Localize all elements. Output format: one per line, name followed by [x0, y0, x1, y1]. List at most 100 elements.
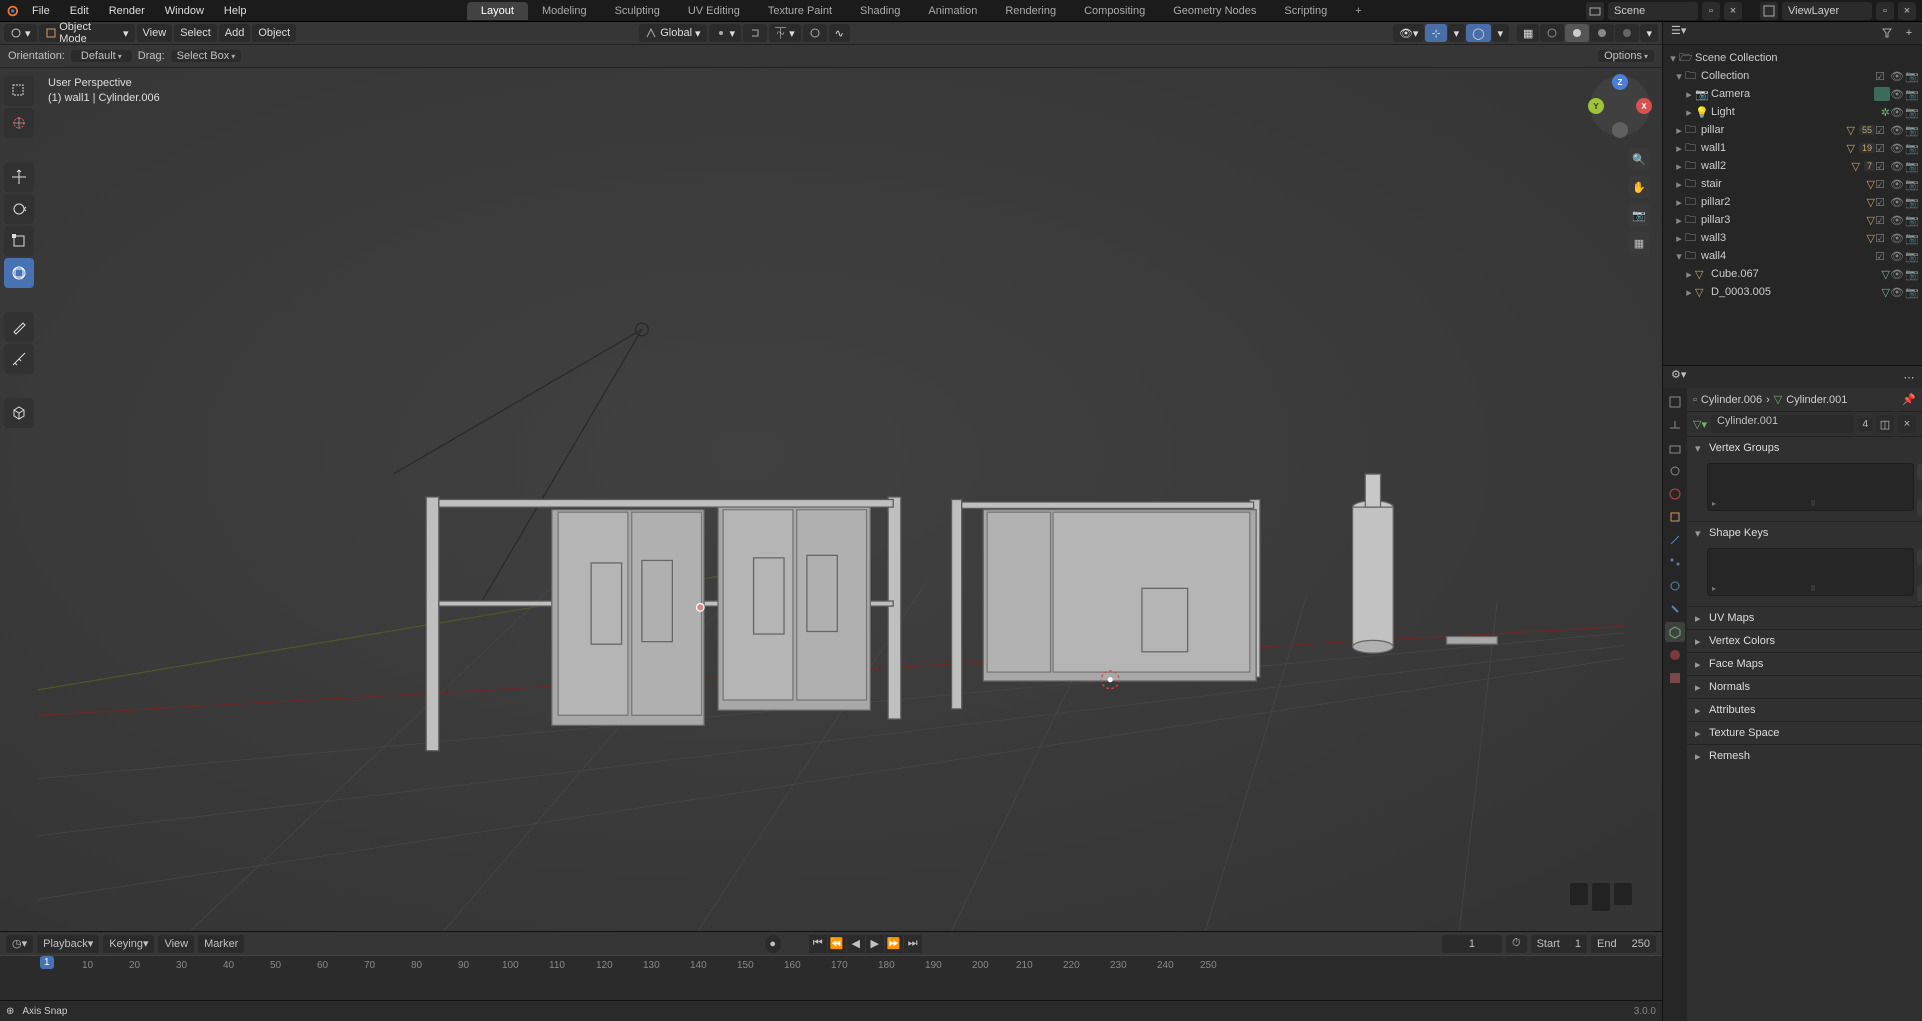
auto-key-toggle[interactable]: ● — [765, 935, 781, 953]
workspace-tab-geonodes[interactable]: Geometry Nodes — [1159, 2, 1270, 20]
tool-cursor[interactable] — [4, 108, 34, 138]
shading-material[interactable] — [1590, 24, 1614, 42]
tree-d0003005[interactable]: D_0003.005 — [1711, 286, 1882, 298]
add-vgroup-button[interactable]: + — [1917, 464, 1922, 480]
tab-physics[interactable] — [1665, 576, 1685, 596]
timeline-keying[interactable]: Keying ▾ — [103, 935, 154, 953]
mesh-name-field[interactable]: Cylinder.001 — [1711, 415, 1854, 433]
frame-ruler[interactable]: 1 10 20 30 40 50 60 70 80 90 100 110 120… — [0, 955, 1662, 1000]
workspace-tab-sculpting[interactable]: Sculpting — [601, 2, 674, 20]
tree-scene-collection[interactable]: Scene Collection — [1695, 52, 1918, 64]
mesh-new-icon[interactable]: ◫ — [1876, 415, 1894, 433]
workspace-tab-uv[interactable]: UV Editing — [674, 2, 754, 20]
menu-edit[interactable]: Edit — [60, 0, 99, 22]
viewlayer-name-field[interactable] — [1782, 2, 1872, 20]
tab-texture[interactable] — [1665, 668, 1685, 688]
timeline-playback[interactable]: Playback ▾ — [37, 935, 99, 953]
tab-world[interactable] — [1665, 484, 1685, 504]
menu-file[interactable]: File — [22, 0, 60, 22]
mode-select[interactable]: Object Mode ▾ — [39, 24, 135, 42]
panel-vertex-groups[interactable]: ▾Vertex Groups — [1687, 437, 1922, 459]
props-options-icon[interactable]: ⋯ — [1900, 368, 1918, 386]
drag-value[interactable]: Select Box — [171, 50, 242, 62]
tab-object[interactable] — [1665, 507, 1685, 527]
panel-shape-keys[interactable]: ▾Shape Keys — [1687, 522, 1922, 544]
timeline-marker[interactable]: Marker — [198, 935, 244, 953]
overlay-toggle[interactable]: ◯ — [1466, 24, 1490, 42]
tool-measure[interactable] — [4, 344, 34, 374]
tab-modifier[interactable] — [1665, 530, 1685, 550]
tool-rotate[interactable] — [4, 194, 34, 224]
menu-view-3d[interactable]: View — [137, 24, 173, 42]
tree-wall3[interactable]: wall3 — [1701, 232, 1867, 244]
outliner-new-coll-icon[interactable]: + — [1900, 24, 1918, 42]
outliner-editor-icon[interactable]: ☰▾ — [1667, 24, 1690, 42]
workspace-add-button[interactable]: + — [1341, 2, 1375, 20]
scene-browse-icon[interactable] — [1586, 2, 1604, 20]
3d-viewport[interactable]: User Perspective (1) wall1 | Cylinder.00… — [0, 68, 1662, 931]
axis-y-icon[interactable]: Y — [1588, 98, 1604, 114]
outliner-filter-icon[interactable] — [1878, 24, 1896, 42]
axis-negz-icon[interactable] — [1612, 122, 1628, 138]
tree-light[interactable]: Light — [1711, 106, 1881, 118]
panel-remesh[interactable]: ▸Remesh — [1687, 745, 1922, 767]
start-frame-field[interactable]: Start 1 — [1531, 935, 1587, 953]
options-button[interactable]: Options — [1598, 50, 1654, 62]
scene-name-field[interactable] — [1608, 2, 1698, 20]
workspace-tab-shading[interactable]: Shading — [846, 2, 914, 20]
tree-pillar3[interactable]: pillar3 — [1701, 214, 1867, 226]
outliner-tree[interactable]: ▾🗁Scene Collection ▾🗀Collection☑👁📷 ▸📷Cam… — [1663, 45, 1922, 305]
menu-window[interactable]: Window — [155, 0, 214, 22]
add-shapekey-button[interactable]: + — [1917, 549, 1922, 565]
tree-wall1[interactable]: wall1 — [1701, 142, 1847, 154]
panel-attributes[interactable]: ▸Attributes — [1687, 699, 1922, 721]
pivot-select[interactable]: ▾ — [709, 24, 742, 42]
tool-add-cube[interactable] — [4, 398, 34, 428]
mesh-users-count[interactable]: 4 — [1858, 418, 1872, 431]
tab-render[interactable] — [1665, 392, 1685, 412]
panel-face-maps[interactable]: ▸Face Maps — [1687, 653, 1922, 675]
outliner-search[interactable] — [1694, 24, 1874, 42]
mesh-datablock-icon[interactable]: ▽▾ — [1693, 418, 1707, 431]
scene-new-icon[interactable]: ▫ — [1702, 2, 1720, 20]
vertex-groups-list[interactable]: +▾▸⠿ — [1707, 463, 1914, 511]
panel-normals[interactable]: ▸Normals — [1687, 676, 1922, 698]
timeline-editor-icon[interactable]: ◷▾ — [6, 935, 33, 953]
scene-delete-icon[interactable]: × — [1724, 2, 1742, 20]
perspective-icon[interactable]: ▦ — [1628, 232, 1650, 254]
xray-toggle[interactable]: ▦ — [1517, 24, 1539, 42]
panel-uv-maps[interactable]: ▸UV Maps — [1687, 607, 1922, 629]
bc-pin-icon[interactable]: 📌 — [1902, 393, 1916, 406]
playhead[interactable]: 1 — [40, 956, 54, 969]
shape-keys-list[interactable]: +▾▸⠿ — [1707, 548, 1914, 596]
tab-particle[interactable] — [1665, 553, 1685, 573]
timeline-view[interactable]: View — [158, 935, 194, 953]
vgroup-menu-button[interactable]: ▾ — [1917, 500, 1922, 516]
axis-z-icon[interactable]: Z — [1612, 74, 1628, 90]
blender-logo-icon[interactable] — [0, 0, 22, 22]
camera-view-icon[interactable]: 📷 — [1628, 204, 1650, 226]
tree-collection[interactable]: Collection — [1701, 70, 1875, 82]
tree-wall2[interactable]: wall2 — [1701, 160, 1852, 172]
tab-viewlayer[interactable] — [1665, 438, 1685, 458]
tab-material[interactable] — [1665, 645, 1685, 665]
overlay-select[interactable]: ▾ — [1492, 24, 1510, 42]
panel-texture-space[interactable]: ▸Texture Space — [1687, 722, 1922, 744]
tree-stair[interactable]: stair — [1701, 178, 1867, 190]
tree-cube067[interactable]: Cube.067 — [1711, 268, 1882, 280]
menu-object-3d[interactable]: Object — [252, 24, 296, 42]
props-editor-icon[interactable]: ⚙▾ — [1667, 368, 1690, 386]
shading-rendered[interactable] — [1615, 24, 1639, 42]
viewlayer-delete-icon[interactable]: × — [1898, 2, 1916, 20]
workspace-tab-scripting[interactable]: Scripting — [1270, 2, 1341, 20]
jump-start-icon[interactable]: ⏮ — [809, 935, 827, 953]
current-frame-field[interactable]: 1 — [1442, 935, 1502, 953]
viewlayer-new-icon[interactable]: ▫ — [1876, 2, 1894, 20]
tab-mesh-data[interactable] — [1665, 622, 1685, 642]
end-frame-field[interactable]: End 250 — [1591, 935, 1656, 953]
snap-select[interactable]: ⏇ ▾ — [769, 24, 801, 42]
tool-move[interactable] — [4, 162, 34, 192]
play-reverse-icon[interactable]: ◀ — [847, 935, 865, 953]
tool-transform[interactable] — [4, 258, 34, 288]
play-icon[interactable]: ▶ — [866, 935, 884, 953]
